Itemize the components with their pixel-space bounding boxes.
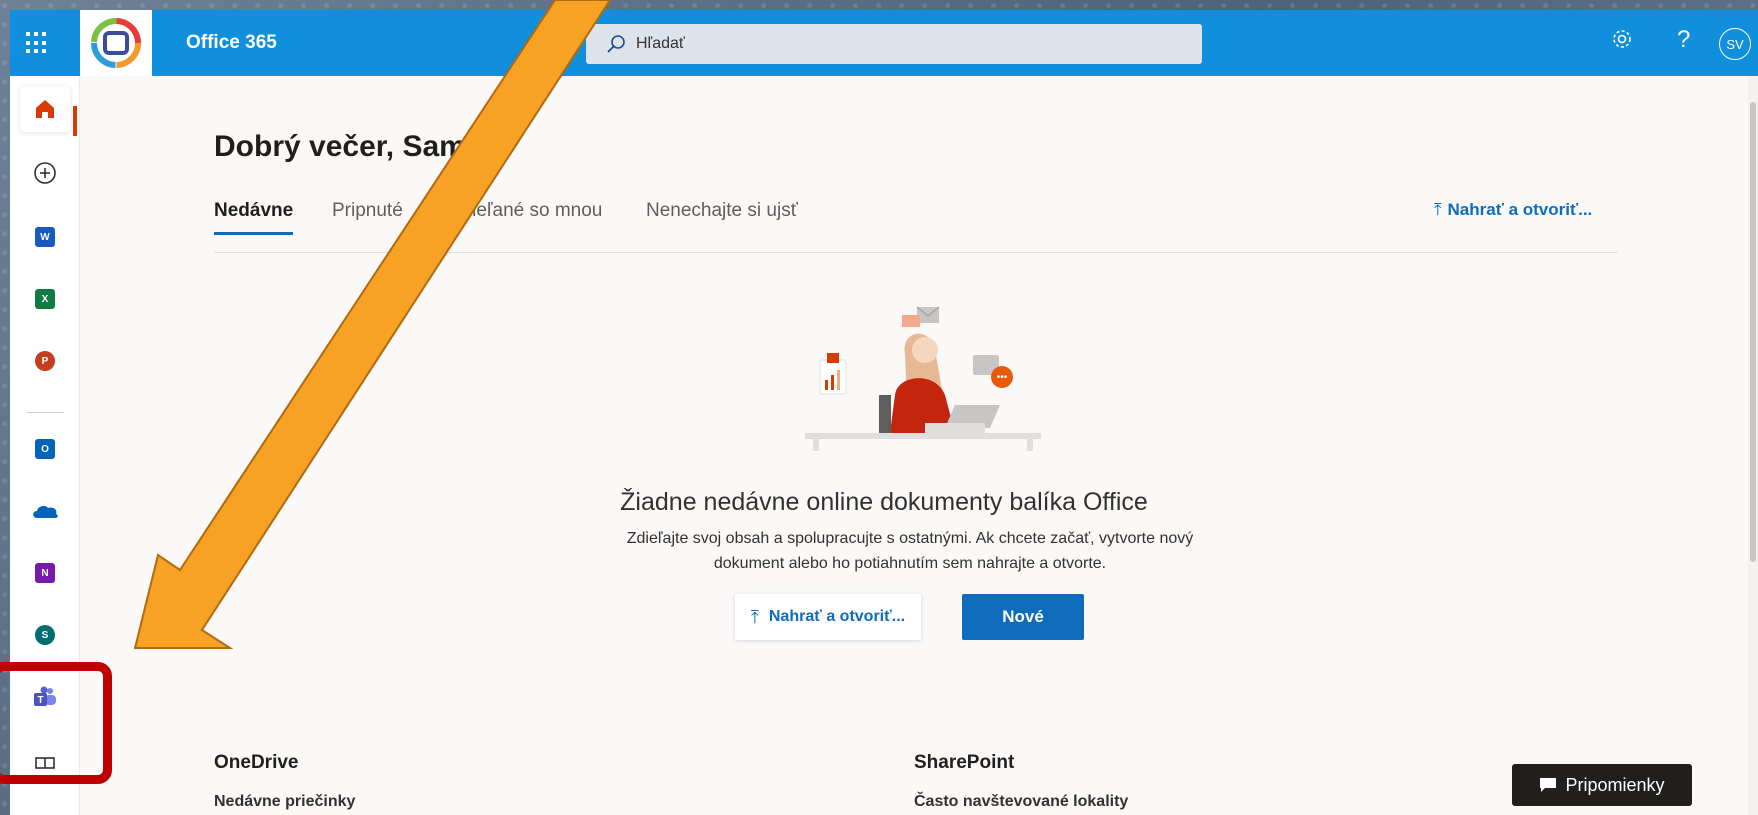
red-highlight-box (0, 662, 112, 784)
orange-annotation-arrow (133, 0, 612, 649)
